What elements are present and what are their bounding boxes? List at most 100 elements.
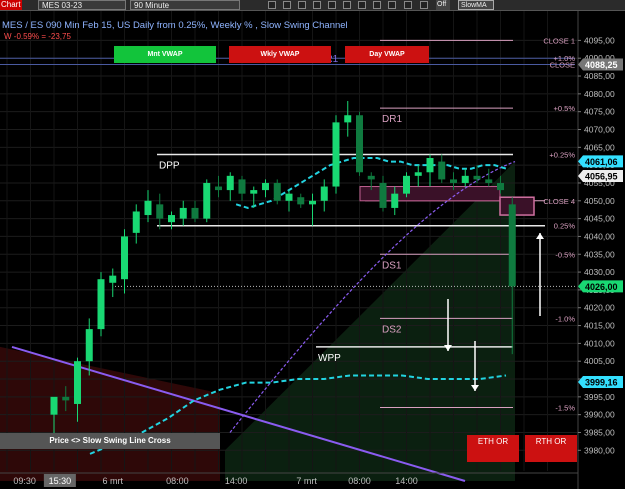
price-box-label: 4088,25 (585, 60, 618, 70)
price-tick-label: 4065,00 (584, 142, 615, 152)
rth-or-button[interactable]: RTH OR (525, 435, 577, 462)
toolbar-square-icon[interactable] (313, 1, 321, 9)
candle-body (438, 161, 446, 180)
candle-body (320, 186, 328, 201)
level-right-label-level4043: 0.25% (554, 222, 576, 231)
candle-body (50, 396, 58, 415)
price-tick-label: 4095,00 (584, 35, 615, 45)
time-tick-label: 08:00 (166, 476, 189, 486)
candle-body (461, 175, 469, 183)
toolbar-square-icon[interactable] (420, 1, 428, 9)
candle-body (508, 204, 516, 287)
candle-body (391, 193, 399, 208)
level-label-DPP: DPP (159, 160, 180, 171)
price-tick-label: 4085,00 (584, 71, 615, 81)
candle-body (168, 215, 175, 223)
price-tick-label: 3995,00 (584, 392, 615, 402)
eth-or-button[interactable]: ETH OR (467, 435, 519, 462)
price-tick-label: 3990,00 (584, 410, 615, 420)
off-toggle[interactable]: Off (436, 0, 450, 10)
candle-body (203, 182, 211, 219)
candle-body (497, 182, 504, 191)
time-tick-label: 15:30 (49, 476, 72, 486)
slowma-selector[interactable]: SlowMA (458, 0, 494, 10)
candle-body (473, 175, 481, 180)
candle-body (309, 200, 316, 205)
level-right-label-minus15: -1.5% (555, 404, 575, 413)
time-tick-label: 7 mrt (296, 476, 317, 486)
candle-body (485, 179, 493, 183)
price-tick-label: 3985,00 (584, 427, 615, 437)
toolbar-square-icon[interactable] (343, 1, 351, 9)
price-tick-label: 4035,00 (584, 249, 615, 259)
toolbar: Chart MES 03-23 90 Minute Off SlowMA (0, 0, 625, 11)
toolbar-square-icon[interactable] (388, 1, 396, 9)
candle-body (297, 197, 305, 205)
level-right-label-DS1: -0.5% (555, 250, 575, 259)
time-tick-label: 6 mrt (102, 476, 123, 486)
candle-body (250, 190, 258, 194)
candle-body (156, 204, 164, 219)
price-chart[interactable]: DR2CLOSE 1+1.0%CLOSEDR1+0.5%DPP+0.25%CLO… (0, 11, 625, 489)
candle-body (403, 175, 410, 194)
price-cross-button[interactable]: Price <> Slow Swing Line Cross (0, 433, 220, 449)
candle-body (344, 115, 352, 123)
candle-body (121, 236, 128, 280)
price-tick-label: 4015,00 (584, 321, 615, 331)
time-tick-label: 14:00 (225, 476, 248, 486)
price-tick-label: 4080,00 (584, 89, 615, 99)
candle-body (273, 182, 281, 201)
price-axis: 4095,004090,004085,004080,004075,004070,… (577, 11, 625, 489)
monthly-vwap-button[interactable]: Mnt VWAP (114, 46, 216, 63)
price-tick-label: 4070,00 (584, 125, 615, 135)
toolbar-square-icon[interactable] (373, 1, 381, 9)
candle-body (367, 175, 375, 180)
time-tick-label: 14:00 (395, 476, 418, 486)
candle-body (332, 122, 340, 187)
candle-body (132, 211, 140, 233)
candle-body (285, 193, 293, 201)
chart-menu-label[interactable]: Chart (0, 0, 22, 10)
candle-body (85, 329, 93, 362)
price-tick-label: 4020,00 (584, 303, 615, 313)
candle-body (144, 200, 152, 216)
close-box (499, 196, 535, 216)
weekly-vwap-button[interactable]: Wkly VWAP (229, 46, 331, 63)
price-tick-label: 4030,00 (584, 267, 615, 277)
toolbar-square-icon[interactable] (328, 1, 336, 9)
level-label-WPP: WPP (318, 353, 341, 364)
level-label-DR1: DR1 (382, 114, 402, 125)
candle-body (426, 158, 434, 173)
toolbar-square-icon[interactable] (268, 1, 276, 9)
candle-body (191, 207, 199, 219)
interval-selector[interactable]: 90 Minute (130, 0, 240, 10)
candle-body (179, 207, 187, 219)
price-tick-label: 4045,00 (584, 214, 615, 224)
candle-body (262, 182, 269, 191)
price-box-label: 4056,95 (585, 172, 618, 182)
candle-body (62, 396, 70, 401)
candle-body (238, 179, 246, 194)
daily-vwap-button[interactable]: Day VWAP (345, 46, 429, 63)
candle-body (109, 275, 117, 283)
chart-info-subtitle: W -0.59% = -23,75 (4, 32, 71, 41)
candle-body (450, 179, 457, 183)
candle-body (356, 115, 363, 173)
price-tick-label: 4075,00 (584, 107, 615, 117)
level-right-label-DR2: CLOSE 1 (543, 36, 575, 45)
price-tick-label: 4050,00 (584, 196, 615, 206)
candle-body (414, 172, 422, 176)
price-tick-label: 4010,00 (584, 338, 615, 348)
level-right-label-CLOSE4: CLOSE 4 (543, 197, 575, 206)
price-box-label: 4061,06 (585, 157, 618, 167)
candle-body (97, 279, 105, 330)
candle-body (226, 175, 234, 191)
toolbar-square-icon[interactable] (298, 1, 306, 9)
toolbar-square-icon[interactable] (283, 1, 291, 9)
toolbar-square-icon[interactable] (358, 1, 366, 9)
toolbar-square-icon[interactable] (404, 1, 412, 9)
level-right-label-close: CLOSE (550, 60, 575, 69)
level-label-DS1: DS1 (382, 260, 402, 271)
symbol-selector[interactable]: MES 03-23 (38, 0, 126, 10)
price-box-label: 3999,16 (585, 378, 618, 388)
